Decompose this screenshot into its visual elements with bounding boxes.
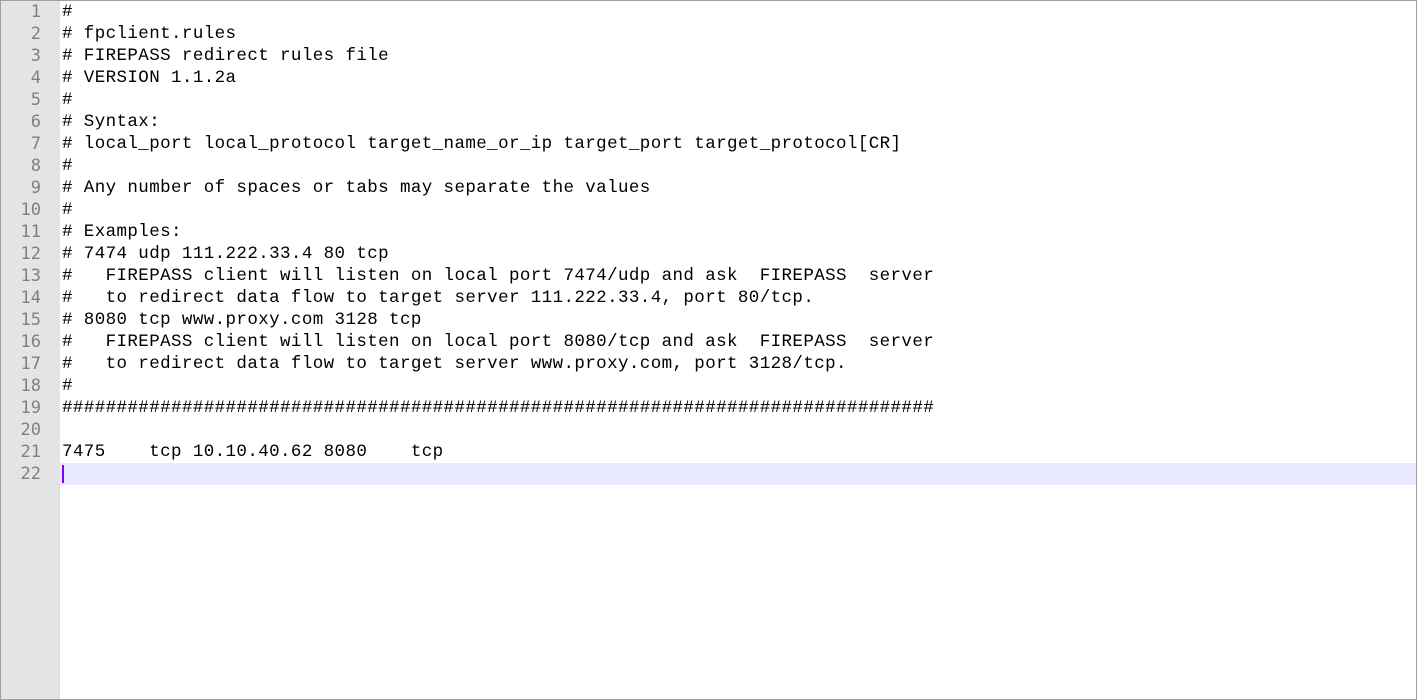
line-number: 7 <box>1 133 42 155</box>
line-number: 20 <box>1 419 42 441</box>
editor-line[interactable]: 1 # <box>1 1 1416 23</box>
line-text: # 8080 tcp www.proxy.com 3128 tcp <box>62 310 422 330</box>
editor-line[interactable]: 12 # 7474 udp 111.222.33.4 80 tcp <box>1 243 1416 265</box>
line-text: # fpclient.rules <box>62 24 237 44</box>
line-number: 22 <box>1 463 42 485</box>
line-number: 10 <box>1 199 42 221</box>
editor-line[interactable]: 8 # <box>1 155 1416 177</box>
editor-line[interactable]: 7 # local_port local_protocol target_name… <box>1 133 1416 155</box>
editor-line[interactable]: 4 # VERSION 1.1.2a <box>1 67 1416 89</box>
line-number: 12 <box>1 243 42 265</box>
editor-line[interactable]: 2 # fpclient.rules <box>1 23 1416 45</box>
line-number: 15 <box>1 309 42 331</box>
line-number: 13 <box>1 265 42 287</box>
line-text: # VERSION 1.1.2a <box>62 68 237 88</box>
line-text: # FIREPASS client will listen on local p… <box>62 332 935 352</box>
line-text: ########################################… <box>62 398 935 418</box>
line-text: # to redirect data flow to target server… <box>62 288 815 308</box>
line-text: # local_port local_protocol target_name_… <box>62 134 902 154</box>
editor-line[interactable]: 11 # Examples: <box>1 221 1416 243</box>
line-number: 2 <box>1 23 42 45</box>
editor-line[interactable]: 13 # FIREPASS client will listen on local… <box>1 265 1416 287</box>
line-text: # FIREPASS client will listen on local p… <box>62 266 935 286</box>
line-number: 8 <box>1 155 42 177</box>
editor-lines[interactable]: 1 #2 # fpclient.rules 3 # FIREPASS redirect … <box>1 1 1416 485</box>
line-text: # 7474 udp 111.222.33.4 80 tcp <box>62 244 390 264</box>
line-number: 14 <box>1 287 42 309</box>
editor-line[interactable]: 10 # <box>1 199 1416 221</box>
text-editor[interactable]: 1 #2 # fpclient.rules 3 # FIREPASS redirect … <box>0 0 1417 700</box>
editor-line[interactable]: 5 # <box>1 89 1416 111</box>
line-text: # to redirect data flow to target server… <box>62 354 847 374</box>
line-number: 19 <box>1 397 42 419</box>
line-number: 17 <box>1 353 42 375</box>
line-text: # <box>62 90 73 110</box>
editor-line[interactable]: 9 # Any number of spaces or tabs may sepa… <box>1 177 1416 199</box>
editor-line[interactable]: 3 # FIREPASS redirect rules file <box>1 45 1416 67</box>
line-text: # <box>62 376 73 396</box>
editor-line[interactable]: 16 # FIREPASS client will listen on local… <box>1 331 1416 353</box>
editor-line[interactable]: 17 # to redirect data flow to target serv… <box>1 353 1416 375</box>
line-text: # Syntax: <box>62 112 161 132</box>
line-text: # Examples: <box>62 222 182 242</box>
line-number: 3 <box>1 45 42 67</box>
line-number: 16 <box>1 331 42 353</box>
editor-line[interactable]: 15 # 8080 tcp www.proxy.com 3128 tcp <box>1 309 1416 331</box>
editor-line[interactable]: 21 7475 tcp 10.10.40.62 8080 tcp <box>1 441 1416 463</box>
line-number: 21 <box>1 441 42 463</box>
editor-line[interactable]: 19 ######################################… <box>1 397 1416 419</box>
line-number: 1 <box>1 1 42 23</box>
line-number: 11 <box>1 221 42 243</box>
line-text: # <box>62 200 73 220</box>
editor-line[interactable]: 18 # <box>1 375 1416 397</box>
text-caret <box>62 465 64 483</box>
line-text: 7475 tcp 10.10.40.62 8080 tcp <box>62 442 444 462</box>
line-text: # <box>62 2 73 22</box>
editor-line[interactable]: 14 # to redirect data flow to target serv… <box>1 287 1416 309</box>
line-number: 5 <box>1 89 42 111</box>
line-text: # <box>62 156 73 176</box>
current-line[interactable]: 22 <box>1 463 1416 485</box>
line-text: # Any number of spaces or tabs may separ… <box>62 178 651 198</box>
line-number: 9 <box>1 177 42 199</box>
line-text: # FIREPASS redirect rules file <box>62 46 390 66</box>
editor-line[interactable]: 20 <box>1 419 1416 441</box>
editor-line[interactable]: 6 # Syntax: <box>1 111 1416 133</box>
line-number: 6 <box>1 111 42 133</box>
line-number: 18 <box>1 375 42 397</box>
line-number: 4 <box>1 67 42 89</box>
